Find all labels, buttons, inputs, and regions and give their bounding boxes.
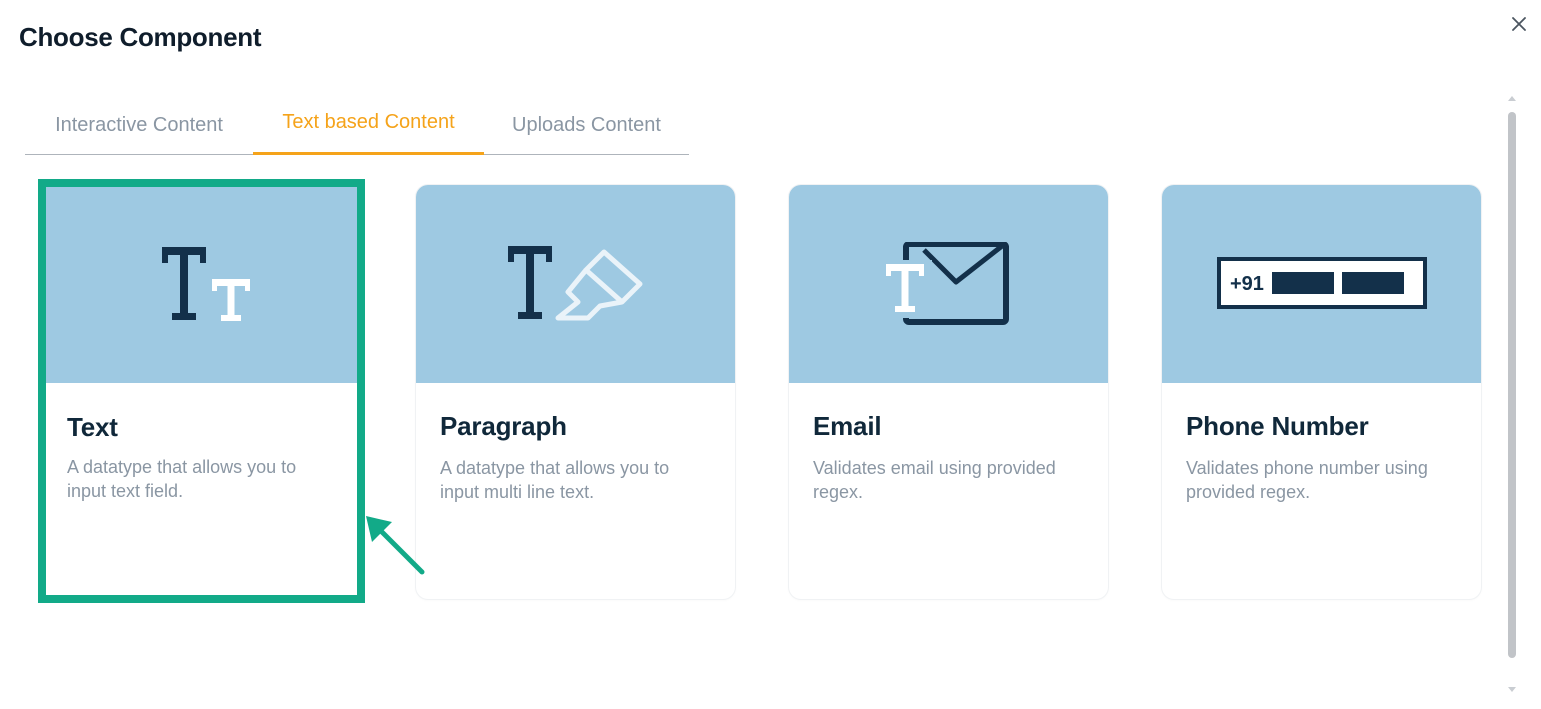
tab-interactive-content[interactable]: Interactive Content <box>25 100 253 155</box>
card-title: Text <box>67 412 118 442</box>
tab-uploads-content[interactable]: Uploads Content <box>484 100 689 155</box>
modal-title: Choose Component <box>19 22 262 52</box>
card-media <box>416 185 735 383</box>
card-media: +91 <box>1162 185 1481 383</box>
phone-field-icon: +91 <box>1216 257 1427 309</box>
scroll-down-arrow-icon[interactable] <box>1508 687 1516 692</box>
close-icon <box>1512 17 1526 31</box>
card-description: Validates phone number using provided re… <box>1186 458 1428 502</box>
text-highlighter-icon <box>507 246 642 321</box>
card-description: A datatype that allows you to input text… <box>67 457 297 501</box>
component-card-text[interactable]: Text A datatype that allows you to input… <box>46 187 357 595</box>
scroll-up-arrow-icon[interactable] <box>1508 96 1516 101</box>
scrollbar-thumb[interactable] <box>1508 112 1516 658</box>
component-card-paragraph[interactable]: Paragraph A datatype that allows you to … <box>416 185 735 599</box>
card-description: A datatype that allows you to input mult… <box>440 458 670 502</box>
vertical-scrollbar[interactable] <box>1504 96 1520 696</box>
card-description: Validates email using provided regex. <box>813 458 1056 502</box>
close-button[interactable] <box>1507 12 1531 36</box>
card-title: Email <box>813 411 882 441</box>
card-title: Phone Number <box>1186 411 1369 441</box>
card-media <box>46 187 357 383</box>
tab-text-based-content[interactable]: Text based Content <box>253 100 484 155</box>
card-media <box>789 185 1108 383</box>
component-card-email[interactable]: Email Validates email using provided reg… <box>789 185 1108 599</box>
component-category-tabs: Interactive Content Text based Content U… <box>25 100 689 155</box>
component-card-phone-number[interactable]: +91 Phone Number Validates phone number … <box>1162 185 1481 599</box>
choose-component-modal: Choose Component Interactive Content Tex… <box>0 0 1541 709</box>
text-size-icon <box>161 247 250 321</box>
card-title: Paragraph <box>440 411 567 441</box>
svg-text:+91: +91 <box>1230 273 1264 295</box>
text-envelope-icon <box>885 242 1009 325</box>
